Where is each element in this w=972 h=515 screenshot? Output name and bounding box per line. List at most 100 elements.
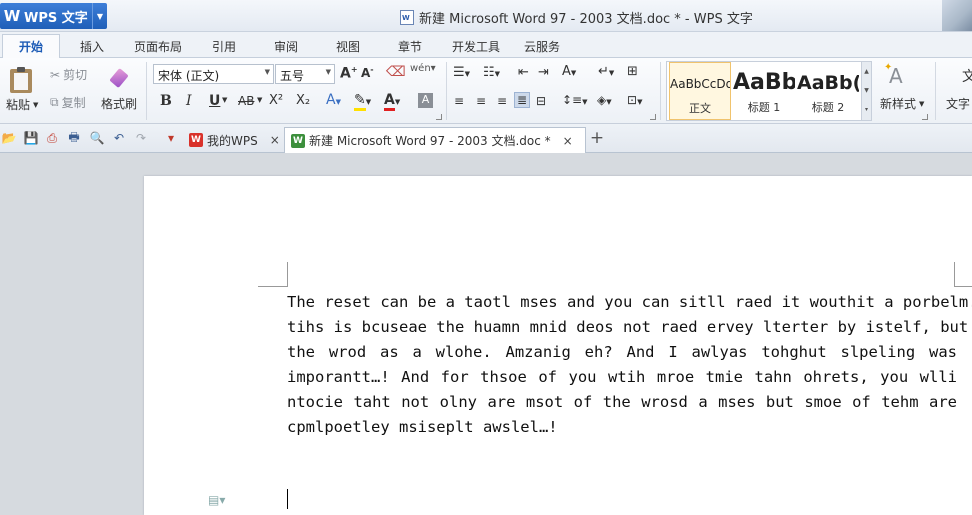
document-page[interactable]: The reset can be a taotl mses and you ca… xyxy=(144,176,972,515)
chevron-down-icon[interactable]: ▼ xyxy=(862,81,871,100)
text-effect-icon[interactable]: A▼ xyxy=(326,92,341,108)
tab-insert[interactable]: 插入 xyxy=(80,38,104,55)
shading-icon[interactable]: ◈▼ xyxy=(597,93,612,107)
chevron-up-icon[interactable]: ▲ xyxy=(862,62,871,81)
customize-quick-access-icon[interactable]: ▾ xyxy=(163,130,179,146)
wps-app-menu-button[interactable]: W WPS 文字 ▼ xyxy=(0,3,107,29)
chevron-down-icon[interactable]: ▼ xyxy=(222,96,227,104)
align-center-icon[interactable]: ≡ xyxy=(476,94,486,108)
line-break-icon[interactable]: ↵▼ xyxy=(598,64,614,79)
font-color-icon[interactable]: A▼ xyxy=(384,92,400,111)
new-style-label: 新样式 xyxy=(880,97,917,111)
copy-button[interactable]: ⧉ 复制 xyxy=(50,94,86,111)
sparkle-icon: ✦ xyxy=(884,62,893,73)
style-normal[interactable]: AaBbCcDd 正文 xyxy=(669,62,731,120)
print-preview-icon[interactable]: 🔍 xyxy=(89,130,105,146)
text-line: cpmlpoetley msiseplt awslel…! xyxy=(287,418,558,436)
italic-button[interactable]: I xyxy=(186,93,192,109)
scissors-icon: ✂ xyxy=(50,67,61,82)
clear-format-icon[interactable]: ⌫ xyxy=(386,64,406,80)
close-icon[interactable]: × xyxy=(270,133,280,147)
char-shading-icon[interactable]: A xyxy=(418,93,433,108)
table-icon[interactable]: ⊞ xyxy=(627,64,638,79)
style-sample: AaBbCcDd xyxy=(670,77,730,91)
avatar[interactable] xyxy=(942,0,972,31)
text-tools-button[interactable]: 文字 xyxy=(946,95,970,112)
new-tab-button[interactable]: + xyxy=(589,128,605,148)
tab-my-wps[interactable]: W 我的WPS × xyxy=(183,127,286,153)
tab-developer[interactable]: 开发工具 xyxy=(452,38,500,55)
phonetic-guide-icon[interactable]: wén▾ xyxy=(410,63,436,74)
group-divider xyxy=(446,62,447,120)
justify-icon[interactable]: ≣ xyxy=(514,92,531,108)
paste-icon[interactable] xyxy=(7,66,35,94)
tab-review[interactable]: 审阅 xyxy=(274,38,298,55)
margin-marker-top-right xyxy=(954,262,972,287)
expand-icon[interactable]: ▾ xyxy=(862,100,871,119)
styles-dialog-launcher-icon[interactable] xyxy=(922,114,928,120)
font-name-select[interactable]: 宋体 (正文) ▼ xyxy=(153,64,274,84)
copy-label: 复制 xyxy=(61,96,86,110)
style-heading-2[interactable]: AaBb( 标题 2 xyxy=(797,62,859,120)
shrink-font-icon[interactable]: A- xyxy=(361,65,374,80)
tab-chapter[interactable]: 章节 xyxy=(398,38,422,55)
bullets-icon[interactable]: ☰▼ xyxy=(453,65,470,80)
style-label: 标题 2 xyxy=(811,101,845,114)
increase-indent-icon[interactable]: ⇥ xyxy=(538,65,549,80)
text-line: The reset can be a taotl mses and you ca… xyxy=(287,293,972,311)
font-name-value: 宋体 (正文) xyxy=(158,69,220,83)
font-size-select[interactable]: 五号 ▼ xyxy=(275,64,335,84)
undo-icon[interactable]: ↶ xyxy=(111,130,127,146)
subscript-button[interactable]: X₂ xyxy=(296,93,310,108)
line-spacing-icon[interactable]: ↕≡▼ xyxy=(562,93,588,107)
paste-label: 粘贴 xyxy=(6,98,31,112)
underline-button[interactable]: U xyxy=(209,93,220,109)
font-dialog-launcher-icon[interactable] xyxy=(436,114,442,120)
tab-references[interactable]: 引用 xyxy=(212,38,236,55)
redo-icon[interactable]: ↷ xyxy=(133,130,149,146)
style-gallery: AaBbCcDd 正文 AaBb 标题 1 AaBb( 标题 2 ▲ ▼ ▾ xyxy=(666,61,872,121)
tab-view[interactable]: 视图 xyxy=(336,38,360,55)
grow-font-icon[interactable]: A+ xyxy=(340,65,358,82)
new-style-button[interactable]: 新样式 ▼ xyxy=(880,95,924,112)
tab-home[interactable]: 开始 xyxy=(2,34,61,59)
paragraph-layout-icon[interactable]: ▤▾ xyxy=(208,493,225,507)
print-icon[interactable]: 🖶 xyxy=(66,130,82,146)
strikethrough-button[interactable]: AB xyxy=(238,94,254,108)
cut-button[interactable]: ✂ 剪切 xyxy=(50,66,87,83)
app-name: WPS 文字 xyxy=(24,10,88,26)
close-icon[interactable]: × xyxy=(563,134,573,148)
text-tools-label: 文字 xyxy=(946,97,971,111)
borders-icon[interactable]: ⊡▼ xyxy=(627,93,642,107)
export-pdf-icon[interactable]: ⎙ xyxy=(44,130,60,146)
distribute-icon[interactable]: ⊟ xyxy=(536,94,546,108)
format-painter-icon[interactable] xyxy=(107,66,133,92)
style-label: 标题 1 xyxy=(747,101,781,114)
tab-document[interactable]: W 新建 Microsoft Word 97 - 2003 文档.doc * × xyxy=(284,127,586,153)
font-size-value: 五号 xyxy=(280,69,305,83)
change-case-icon[interactable]: A▼ xyxy=(562,64,576,79)
align-right-icon[interactable]: ≡ xyxy=(497,94,507,108)
highlight-icon[interactable]: ✎▼ xyxy=(354,92,371,111)
numbering-icon[interactable]: ☷▼ xyxy=(483,65,500,80)
chevron-down-icon[interactable]: ▼ xyxy=(257,96,262,104)
tab-label: 我的WPS xyxy=(207,133,258,148)
paste-button[interactable]: 粘贴 ▼ xyxy=(6,96,38,113)
chevron-down-icon[interactable]: ▼ xyxy=(92,3,107,29)
tab-cloud[interactable]: 云服务 xyxy=(524,38,560,55)
text-tools-icon[interactable]: 文 xyxy=(962,66,972,86)
format-painter-button[interactable]: 格式刷 xyxy=(101,95,137,112)
bold-button[interactable]: B xyxy=(160,93,172,109)
style-gallery-scroll[interactable]: ▲ ▼ ▾ xyxy=(861,62,871,120)
text-line: tihs is bcuseae the huamn mnid deos not … xyxy=(287,318,969,336)
align-left-icon[interactable]: ≡ xyxy=(454,94,464,108)
document-body[interactable]: The reset can be a taotl mses and you ca… xyxy=(287,290,972,440)
open-icon[interactable]: 📂 xyxy=(1,130,17,146)
paragraph-dialog-launcher-icon[interactable] xyxy=(650,114,656,120)
save-icon[interactable]: 💾 xyxy=(23,130,39,146)
text-line: the wrod as a wlohe. Amzanig eh? And I a… xyxy=(287,343,957,361)
style-heading-1[interactable]: AaBb 标题 1 xyxy=(733,62,795,120)
tab-page-layout[interactable]: 页面布局 xyxy=(134,38,182,55)
superscript-button[interactable]: X² xyxy=(269,93,283,108)
decrease-indent-icon[interactable]: ⇤ xyxy=(518,65,529,80)
